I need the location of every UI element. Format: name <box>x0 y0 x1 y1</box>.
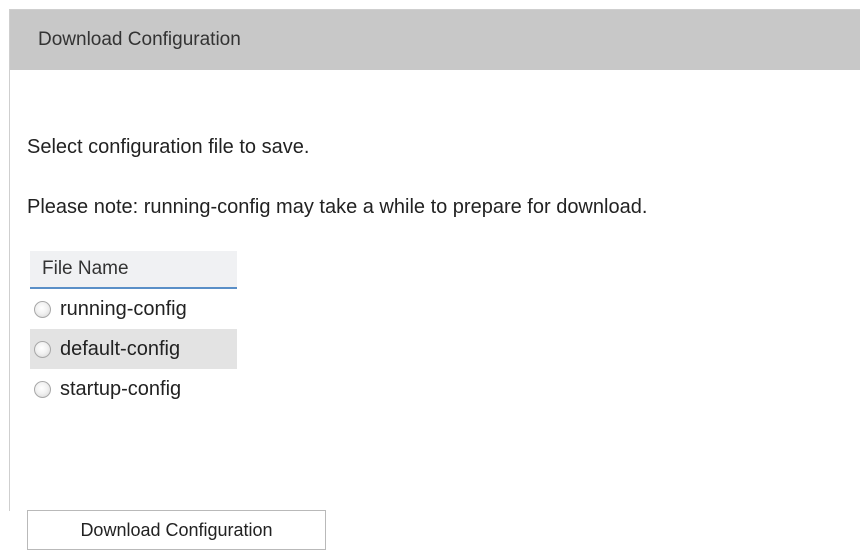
file-name-column-header: File Name <box>30 251 237 289</box>
panel-title: Download Configuration <box>38 29 241 50</box>
file-option-running-config[interactable]: running-config <box>30 289 237 329</box>
select-instruction-text: Select configuration file to save. <box>27 136 310 158</box>
file-name-header-label: File Name <box>42 258 129 279</box>
radio-button-startup-config[interactable] <box>34 380 51 398</box>
file-option-label: running-config <box>60 297 187 320</box>
panel-header: Download Configuration <box>10 10 860 70</box>
file-option-startup-config[interactable]: startup-config <box>30 369 237 409</box>
download-configuration-panel: Download Configuration Select configurat… <box>9 9 860 550</box>
file-option-label: startup-config <box>60 377 182 400</box>
radio-button-default-config[interactable] <box>34 340 51 358</box>
radio-button-running-config[interactable] <box>34 300 51 318</box>
file-option-label: default-config <box>60 337 181 360</box>
download-configuration-button[interactable]: Download Configuration <box>27 510 326 550</box>
download-note-text: Please note: running-config may take a w… <box>27 196 648 218</box>
file-name-table: File Name running-config default-config … <box>30 251 237 409</box>
file-option-default-config[interactable]: default-config <box>30 329 237 369</box>
